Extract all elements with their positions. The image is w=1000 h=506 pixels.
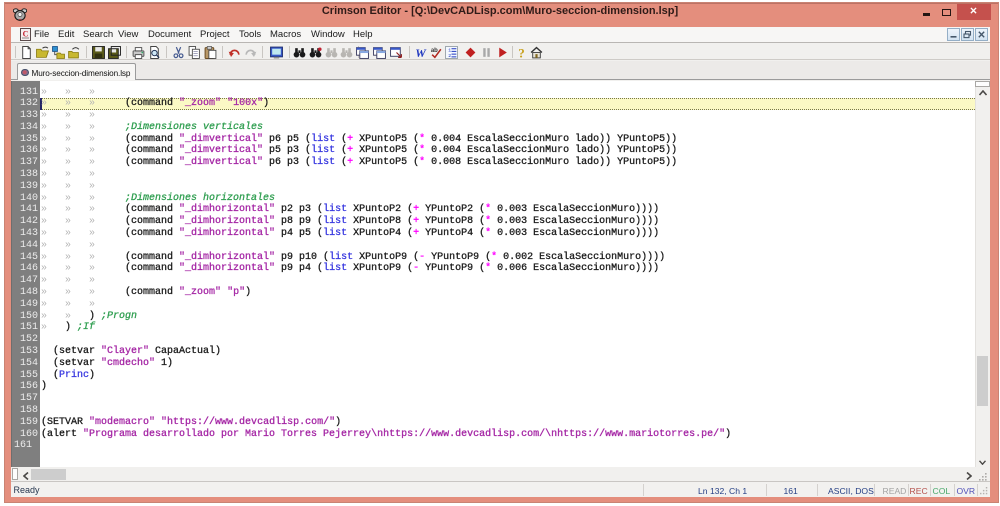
svg-text:ab: ab: [430, 47, 437, 53]
svg-text:C: C: [23, 30, 29, 39]
svg-text:?: ?: [518, 46, 525, 59]
svg-text:2: 2: [448, 52, 451, 58]
svg-text:W: W: [415, 46, 427, 59]
svg-text:1: 1: [448, 47, 451, 53]
